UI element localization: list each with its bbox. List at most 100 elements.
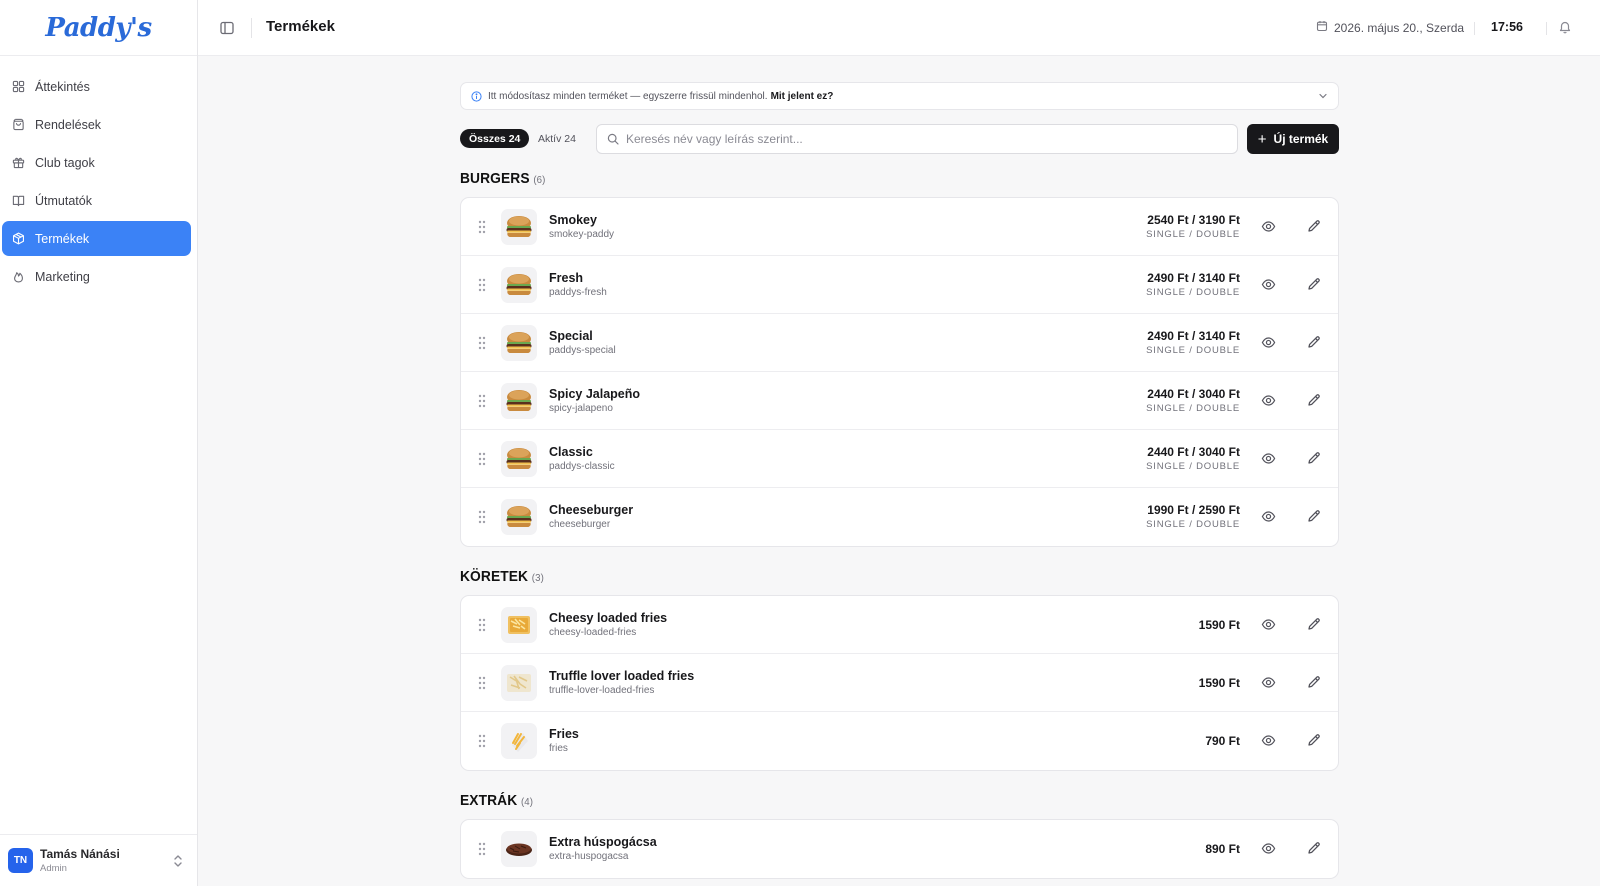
price-variants: SINGLE / DOUBLE xyxy=(1146,287,1240,298)
app-logo[interactable]: Paddy's xyxy=(45,13,152,43)
product-name[interactable]: Special xyxy=(549,329,593,343)
table-row[interactable]: Cheeseburger cheeseburger 1990 Ft / 2590 F… xyxy=(461,488,1338,546)
chevron-up-down-icon xyxy=(173,854,183,873)
table-row[interactable]: Spicy Jalapeño spicy-jalapeno 2440 Ft / 30… xyxy=(461,372,1338,430)
pencil-icon[interactable] xyxy=(1307,675,1321,694)
section-count: (4) xyxy=(520,796,534,808)
sidebar-item-label: Termékek xyxy=(35,231,90,246)
table-row[interactable]: Truffle lover loaded fries truffle-lover-… xyxy=(461,654,1338,712)
sidebar-toggle-icon[interactable] xyxy=(219,20,235,36)
eye-icon[interactable] xyxy=(1261,277,1276,297)
eye-icon[interactable] xyxy=(1261,219,1276,239)
header-divider xyxy=(1474,22,1475,35)
sidebar-item-3[interactable]: Útmutatók xyxy=(2,183,191,218)
banner-text: Itt módosítasz minden terméket — egyszer… xyxy=(488,90,768,102)
plus-icon: + xyxy=(1257,130,1267,148)
pencil-icon[interactable] xyxy=(1307,509,1321,528)
drag-handle-icon[interactable] xyxy=(478,618,486,637)
sidebar-item-5[interactable]: Marketing xyxy=(2,259,191,294)
product-slug: paddys-classic xyxy=(549,461,615,472)
table-row[interactable]: Cheesy loaded fries cheesy-loaded-fries 15… xyxy=(461,596,1338,654)
table-row[interactable]: Fresh paddys-fresh 2490 Ft / 3140 Ft SINGLE… xyxy=(461,256,1338,314)
product-name[interactable]: Fresh xyxy=(549,271,583,285)
section-heading: EXTRÁK (4) xyxy=(460,792,1269,809)
product-list: Smokey smokey-paddy 2540 Ft / 3190 Ft SINGL… xyxy=(460,197,1339,547)
drag-handle-icon[interactable] xyxy=(478,842,486,861)
table-row[interactable]: Classic paddys-classic 2440 Ft / 3040 Ft SI… xyxy=(461,430,1338,488)
eye-icon[interactable] xyxy=(1261,335,1276,355)
eye-icon[interactable] xyxy=(1261,451,1276,471)
filter-active[interactable]: Aktív 24 xyxy=(538,129,576,148)
pencil-icon[interactable] xyxy=(1307,617,1321,636)
sidebar-item-4[interactable]: Termékek xyxy=(2,221,191,256)
dashboard-icon xyxy=(11,79,26,94)
pencil-icon[interactable] xyxy=(1307,277,1321,296)
avatar: TN xyxy=(8,848,33,873)
eye-icon[interactable] xyxy=(1261,675,1276,695)
section-heading: KÖRETEK (3) xyxy=(460,568,1269,585)
price-variants: SINGLE / DOUBLE xyxy=(1146,519,1240,530)
table-row[interactable]: Smokey smokey-paddy 2540 Ft / 3190 Ft SINGL… xyxy=(461,198,1338,256)
pencil-icon[interactable] xyxy=(1307,841,1321,860)
product-name[interactable]: Truffle lover loaded fries xyxy=(549,669,694,683)
drag-handle-icon[interactable] xyxy=(478,510,486,529)
user-text: Tamás Nánási Admin xyxy=(40,847,120,874)
drag-handle-icon[interactable] xyxy=(478,452,486,471)
pencil-icon[interactable] xyxy=(1307,733,1321,752)
product-name[interactable]: Smokey xyxy=(549,213,597,227)
product-price: 2490 Ft / 3140 Ft xyxy=(1147,329,1240,343)
product-list: Cheesy loaded fries cheesy-loaded-fries 15… xyxy=(460,595,1339,771)
drag-handle-icon[interactable] xyxy=(478,676,486,695)
product-slug: fries xyxy=(549,743,568,754)
eye-icon[interactable] xyxy=(1261,841,1276,861)
drag-handle-icon[interactable] xyxy=(478,336,486,355)
product-slug: smokey-paddy xyxy=(549,229,615,240)
product-name[interactable]: Spicy Jalapeño xyxy=(549,387,640,401)
info-banner[interactable]: Itt módosítasz minden terméket — egyszer… xyxy=(460,82,1339,110)
table-row[interactable]: Special paddys-special 2490 Ft / 3140 Ft SI… xyxy=(461,314,1338,372)
flame-icon xyxy=(11,269,26,284)
drag-handle-icon[interactable] xyxy=(478,734,486,753)
table-row[interactable]: Fries fries 790 Ft xyxy=(461,712,1338,770)
sidebar-item-2[interactable]: Club tagok xyxy=(2,145,191,180)
product-name[interactable]: Cheeseburger xyxy=(549,503,633,517)
bell-icon[interactable] xyxy=(1558,20,1572,39)
user-menu[interactable]: TN Tamás Nánási Admin xyxy=(0,834,197,886)
sidebar-nav: Áttekintés Rendelések Club tagok Útmutatók T… xyxy=(0,56,197,294)
pencil-icon[interactable] xyxy=(1307,219,1321,238)
pencil-icon[interactable] xyxy=(1307,335,1321,354)
eye-icon[interactable] xyxy=(1261,393,1276,413)
eye-icon[interactable] xyxy=(1261,617,1276,637)
product-name[interactable]: Fries xyxy=(549,727,579,741)
section-count: (3) xyxy=(531,572,544,584)
search-box[interactable] xyxy=(596,124,1238,154)
product-slug: spicy-jalapeno xyxy=(549,403,613,414)
product-price: 1590 Ft xyxy=(1198,676,1240,690)
product-slug: cheesy-loaded-fries xyxy=(549,627,637,638)
date-text: 2026. május 20., Szerda xyxy=(1334,20,1465,35)
product-name[interactable]: Classic xyxy=(549,445,593,459)
pencil-icon[interactable] xyxy=(1307,451,1321,470)
product-name[interactable]: Cheesy loaded fries xyxy=(549,611,667,625)
product-name[interactable]: Extra húspogácsa xyxy=(549,835,657,849)
product-price: 2540 Ft / 3190 Ft xyxy=(1147,213,1240,227)
eye-icon[interactable] xyxy=(1261,509,1276,529)
drag-handle-icon[interactable] xyxy=(478,278,486,297)
banner-link[interactable]: Mit jelent ez? xyxy=(771,91,834,102)
search-input[interactable] xyxy=(626,132,1206,146)
price-variants: SINGLE / DOUBLE xyxy=(1146,229,1240,240)
chevron-down-icon[interactable] xyxy=(1318,91,1328,104)
drag-handle-icon[interactable] xyxy=(478,394,486,413)
calendar-icon xyxy=(1316,20,1328,35)
new-product-button[interactable]: + Új termék xyxy=(1247,124,1339,154)
eye-icon[interactable] xyxy=(1261,733,1276,753)
pencil-icon[interactable] xyxy=(1307,393,1321,412)
product-thumbnail xyxy=(501,499,537,535)
sidebar-item-0[interactable]: Áttekintés xyxy=(2,69,191,104)
product-list: Extra húspogácsa extra-huspogacsa 890 Ft xyxy=(460,819,1339,879)
sidebar-item-1[interactable]: Rendelések xyxy=(2,107,191,142)
table-row[interactable]: Extra húspogácsa extra-huspogacsa 890 Ft xyxy=(461,820,1338,878)
filter-all[interactable]: Összes 24 xyxy=(460,129,530,148)
drag-handle-icon[interactable] xyxy=(478,220,486,239)
product-slug: cheeseburger xyxy=(549,519,611,530)
